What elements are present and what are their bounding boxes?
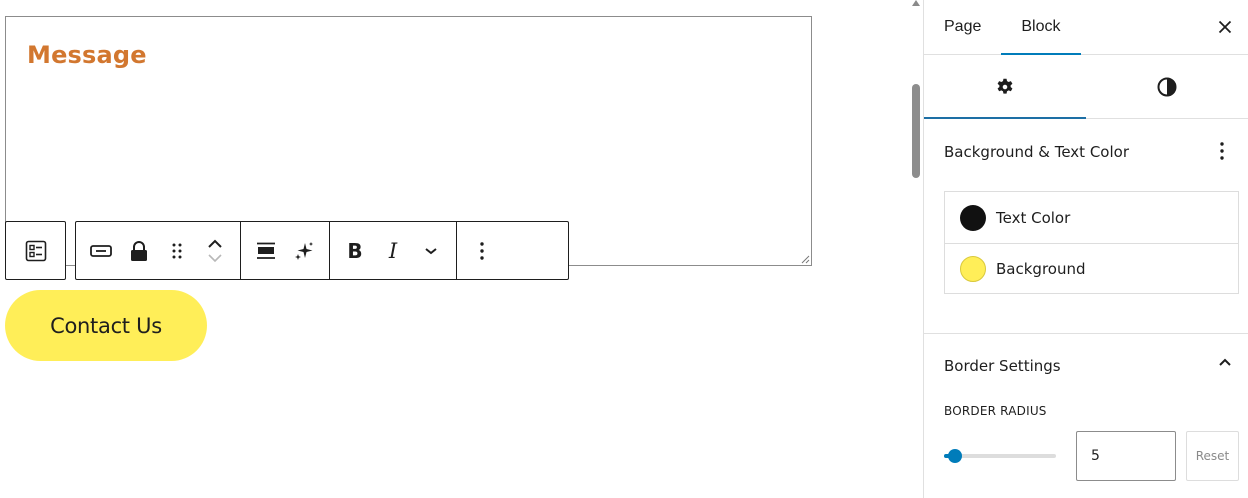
- text-color-swatch: [960, 204, 986, 231]
- close-icon: [1218, 20, 1232, 34]
- move-down-icon[interactable]: [207, 253, 223, 263]
- move-up-icon[interactable]: [207, 239, 223, 249]
- block-options-button[interactable]: [463, 222, 501, 279]
- editor-canvas: Message B I Contact Us: [0, 0, 908, 498]
- chevron-down-icon: [425, 247, 437, 254]
- text-color-item[interactable]: Text Color: [945, 192, 1238, 243]
- close-sidebar-button[interactable]: [1210, 12, 1240, 42]
- color-panel-title: Background & Text Color: [944, 142, 1129, 161]
- background-color-swatch: [960, 256, 986, 282]
- border-panel-title: Border Settings: [944, 357, 1061, 375]
- textarea-placeholder: Message: [27, 41, 147, 69]
- tab-styles[interactable]: [1086, 55, 1248, 118]
- toolbar-group-block: [76, 222, 241, 279]
- border-radius-label: BORDER RADIUS: [944, 404, 1047, 418]
- gear-icon: [997, 78, 1013, 94]
- bold-button[interactable]: B: [336, 222, 374, 279]
- color-panel-header: Background & Text Color: [924, 119, 1248, 184]
- lock-icon: [131, 240, 147, 261]
- italic-button[interactable]: I: [374, 222, 412, 279]
- tab-settings[interactable]: [924, 55, 1086, 119]
- sidebar-tabs: Page Block: [924, 0, 1248, 55]
- block-toolbar: B I: [75, 221, 569, 280]
- form-block-icon: [25, 240, 46, 261]
- panel-divider: [924, 333, 1248, 334]
- block-type-button[interactable]: [82, 222, 120, 279]
- border-settings-toggle[interactable]: Border Settings: [924, 344, 1248, 388]
- color-panel-options-button[interactable]: [1210, 139, 1234, 163]
- slider-thumb[interactable]: [948, 449, 963, 463]
- resize-handle-icon[interactable]: [801, 255, 810, 264]
- reset-button[interactable]: Reset: [1186, 431, 1239, 481]
- align-button[interactable]: [247, 222, 285, 279]
- lock-button[interactable]: [120, 222, 158, 279]
- background-color-item[interactable]: Background: [945, 243, 1238, 294]
- scrollbar-thumb[interactable]: [912, 84, 920, 178]
- more-vertical-icon: [480, 241, 484, 260]
- block-inspector-tabs: [924, 55, 1248, 119]
- color-settings-list: Text Color Background: [944, 191, 1239, 294]
- drag-handle[interactable]: [158, 222, 196, 279]
- select-parent-block-button[interactable]: [5, 221, 66, 280]
- more-vertical-icon: [1220, 142, 1224, 160]
- border-radius-slider[interactable]: [944, 446, 1056, 466]
- scroll-up-arrow-icon[interactable]: [912, 0, 920, 6]
- editor-scrollbar[interactable]: [908, 0, 924, 498]
- background-color-label: Background: [996, 260, 1086, 278]
- tab-page[interactable]: Page: [924, 0, 1001, 54]
- contact-us-button[interactable]: Contact Us: [5, 290, 207, 361]
- input-field-icon: [90, 244, 112, 257]
- ai-assist-button[interactable]: [285, 222, 323, 279]
- border-radius-input[interactable]: [1076, 431, 1176, 481]
- toolbar-group-align: [241, 222, 330, 279]
- tab-block[interactable]: Block: [1001, 0, 1081, 55]
- more-formats-button[interactable]: [412, 222, 450, 279]
- toolbar-group-format: B I: [330, 222, 457, 279]
- text-color-label: Text Color: [996, 208, 1071, 227]
- contrast-icon: [1157, 77, 1177, 96]
- toolbar-group-options: [457, 222, 507, 279]
- align-wide-icon: [257, 242, 275, 259]
- settings-sidebar: Page Block Background & Text Color Text …: [923, 0, 1248, 498]
- block-mover: [196, 222, 234, 279]
- chevron-up-icon: [1219, 358, 1231, 366]
- drag-icon: [172, 243, 182, 258]
- sparkles-icon: [295, 241, 313, 260]
